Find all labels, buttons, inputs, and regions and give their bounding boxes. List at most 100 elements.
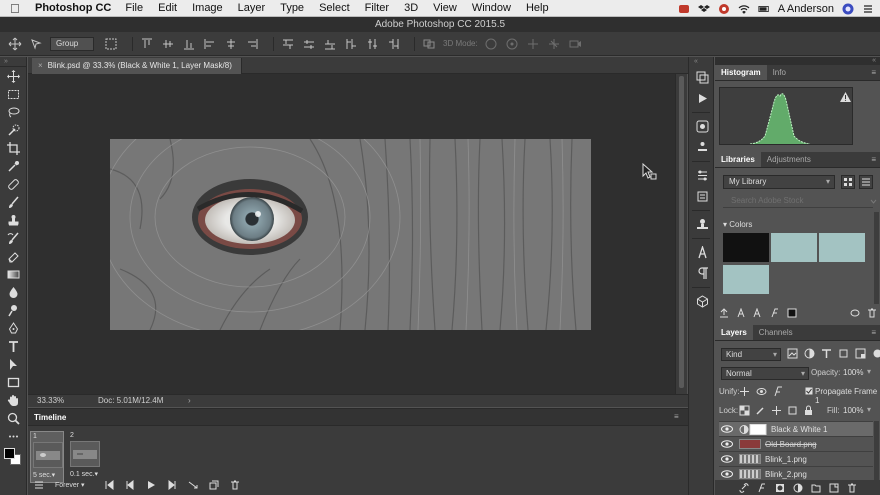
list-view-button[interactable] xyxy=(859,175,873,189)
filter-toggle-icon[interactable] xyxy=(872,348,880,359)
new-adjustment-icon[interactable] xyxy=(793,483,803,493)
stamp-panel-button[interactable] xyxy=(689,214,715,235)
3d-pan-icon[interactable] xyxy=(526,37,540,51)
next-frame-icon[interactable] xyxy=(167,480,177,490)
layer-row[interactable]: Black & White 1 xyxy=(719,421,873,436)
tool-type[interactable] xyxy=(0,337,27,355)
3d-slide-icon[interactable] xyxy=(547,37,561,51)
tool-rectangle[interactable] xyxy=(0,373,27,391)
tool-crop[interactable] xyxy=(0,139,27,157)
add-mask-icon[interactable] xyxy=(775,483,785,493)
lock-artboard-icon[interactable] xyxy=(787,405,798,416)
status-menu-arrow[interactable]: › xyxy=(188,395,191,407)
propagate-checkbox[interactable] xyxy=(805,387,813,395)
tools-panel-grip[interactable]: » xyxy=(0,57,26,67)
properties-panel-button[interactable] xyxy=(689,186,715,207)
tool-clone-stamp[interactable] xyxy=(0,211,27,229)
filter-adjustment-icon[interactable] xyxy=(804,348,815,359)
add-graphic-icon[interactable] xyxy=(753,308,763,318)
filter-type-icon[interactable] xyxy=(821,348,832,359)
notification-center-icon[interactable] xyxy=(862,3,874,15)
libraries-scrollbar[interactable] xyxy=(874,212,879,304)
color-swatch[interactable] xyxy=(771,233,817,262)
3d-rotate-icon[interactable] xyxy=(484,37,498,51)
chevron-down-icon[interactable]: ▾ xyxy=(867,405,871,414)
layer-name[interactable]: Blink_1.png xyxy=(765,455,807,464)
tool-brush[interactable] xyxy=(0,193,27,211)
add-color-icon[interactable] xyxy=(787,308,797,318)
fill-value[interactable]: 100% xyxy=(843,406,863,415)
tool-marquee[interactable] xyxy=(0,85,27,103)
play-icon[interactable] xyxy=(146,480,156,490)
menubar-username[interactable]: A Anderson xyxy=(778,3,834,15)
menu-filter[interactable]: Filter xyxy=(365,2,389,14)
tool-presets-panel-button[interactable] xyxy=(689,165,715,186)
delete-icon[interactable] xyxy=(867,308,877,318)
stock-search-input[interactable]: Search Adobe Stock xyxy=(723,194,873,208)
actions-panel-button[interactable] xyxy=(689,88,715,109)
tool-dodge[interactable] xyxy=(0,301,27,319)
opacity-value[interactable]: 100% xyxy=(843,368,863,377)
brushes-panel-button[interactable] xyxy=(689,116,715,137)
tool-history-brush[interactable] xyxy=(0,229,27,247)
color-swatch[interactable] xyxy=(723,233,769,262)
warning-icon[interactable] xyxy=(840,92,851,102)
tab-layers[interactable]: Layers xyxy=(715,325,753,340)
battery-icon[interactable] xyxy=(758,3,770,15)
distribute-hcenter-icon[interactable] xyxy=(365,37,379,51)
filter-smart-object-icon[interactable] xyxy=(855,348,866,359)
layer-row[interactable]: Blink_2.png xyxy=(719,466,873,481)
layer-style-icon[interactable] xyxy=(757,483,767,493)
auto-select-icon[interactable] xyxy=(29,37,43,51)
panel-menu-icon[interactable]: ≡ xyxy=(871,155,876,164)
grid-view-button[interactable] xyxy=(841,175,855,189)
menu-edit[interactable]: Edit xyxy=(158,2,177,14)
icon-strip-grip[interactable]: « xyxy=(689,57,713,67)
visibility-eye-icon[interactable] xyxy=(721,455,733,463)
lock-all-icon[interactable] xyxy=(803,405,814,416)
tab-info[interactable]: Info xyxy=(767,65,792,80)
tool-eraser[interactable] xyxy=(0,247,27,265)
menu-window[interactable]: Window xyxy=(472,2,511,14)
close-document-icon[interactable]: × xyxy=(38,61,43,70)
tool-pen[interactable] xyxy=(0,319,27,337)
unify-visibility-icon[interactable] xyxy=(756,386,767,397)
add-layer-style-icon[interactable] xyxy=(770,308,780,318)
align-left-icon[interactable] xyxy=(203,37,217,51)
menu-help[interactable]: Help xyxy=(526,2,549,14)
tab-adjustments[interactable]: Adjustments xyxy=(761,152,817,167)
document-tab[interactable]: × Blink.psd @ 33.3% (Black & White 1, Lay… xyxy=(32,58,242,74)
tool-eyedropper[interactable] xyxy=(0,157,27,175)
visibility-eye-icon[interactable] xyxy=(721,425,733,433)
timeline-title[interactable]: Timeline xyxy=(34,409,66,426)
duplicate-frame-icon[interactable] xyxy=(209,480,219,490)
creative-cloud-sync-icon[interactable] xyxy=(850,308,860,318)
chevron-down-icon[interactable] xyxy=(870,198,877,205)
new-group-icon[interactable] xyxy=(811,483,821,493)
auto-align-icon[interactable] xyxy=(422,37,436,51)
tool-gradient[interactable] xyxy=(0,265,27,283)
auto-select-dropdown[interactable]: Group xyxy=(50,36,94,51)
loop-options-dropdown[interactable]: Forever ▾ xyxy=(55,481,93,489)
lock-pixels-icon[interactable] xyxy=(755,405,766,416)
layer-name[interactable]: Old Board.png xyxy=(765,440,817,449)
blend-mode-dropdown[interactable]: Normal ▾ xyxy=(721,367,809,380)
tool-zoom[interactable] xyxy=(0,409,27,427)
library-dropdown[interactable]: My Library ▾ xyxy=(723,175,835,189)
tab-libraries[interactable]: Libraries xyxy=(715,152,761,167)
panel-menu-icon[interactable]: ≡ xyxy=(871,328,876,337)
filter-shape-icon[interactable] xyxy=(838,348,849,359)
new-layer-icon[interactable] xyxy=(829,483,839,493)
panels-dock-grip[interactable]: « xyxy=(715,57,880,65)
menu-layer[interactable]: Layer xyxy=(238,2,266,14)
tool-healing-brush[interactable] xyxy=(0,175,27,193)
distribute-bottom-icon[interactable] xyxy=(323,37,337,51)
first-frame-icon[interactable] xyxy=(104,480,114,490)
siri-icon[interactable] xyxy=(842,3,854,15)
visibility-eye-icon[interactable] xyxy=(721,440,733,448)
transform-controls-icon[interactable] xyxy=(104,37,118,51)
3d-panel-button[interactable] xyxy=(689,291,715,312)
chevron-down-icon[interactable]: ▾ xyxy=(867,367,871,376)
history-panel-button[interactable] xyxy=(689,67,715,88)
layer-name[interactable]: Black & White 1 xyxy=(771,425,827,434)
